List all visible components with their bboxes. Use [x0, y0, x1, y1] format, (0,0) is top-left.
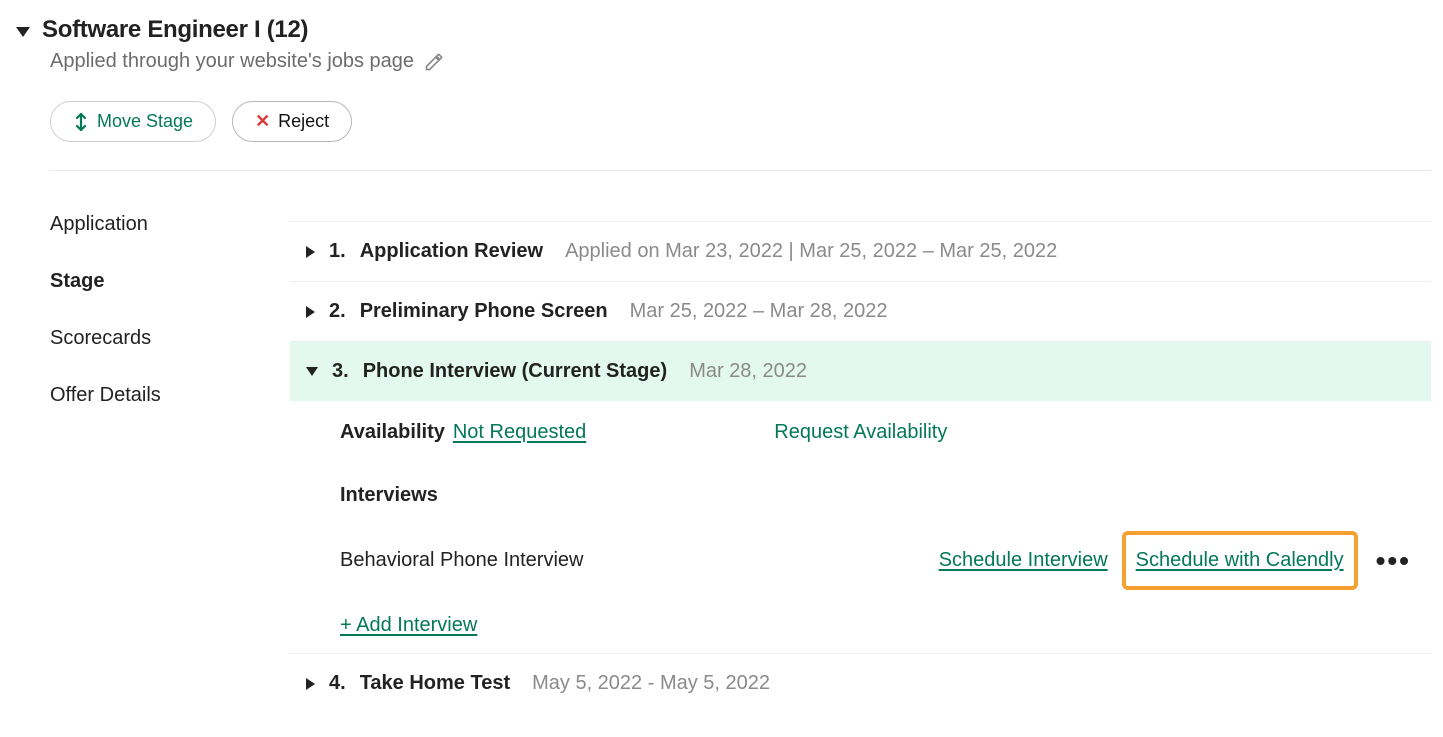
reject-x-icon: ✕ — [255, 111, 270, 132]
interview-row: Behavioral Phone Interview Schedule Inte… — [340, 531, 1415, 590]
move-stage-button[interactable]: Move Stage — [50, 101, 216, 142]
stage-row-phone-interview[interactable]: 3. Phone Interview (Current Stage) Mar 2… — [290, 342, 1431, 401]
caret-right-icon — [306, 678, 315, 690]
caret-down-icon[interactable] — [16, 27, 30, 37]
stage-panel: 1. Application Review Applied on Mar 23,… — [290, 201, 1431, 713]
reject-button[interactable]: ✕ Reject — [232, 101, 352, 142]
interview-name: Behavioral Phone Interview — [340, 549, 583, 572]
interviews-heading: Interviews — [340, 484, 1415, 507]
stage-meta: May 5, 2022 - May 5, 2022 — [532, 672, 770, 695]
add-interview-link[interactable]: + Add Interview — [340, 614, 1415, 637]
stage-name: Preliminary Phone Screen — [360, 300, 608, 323]
sidebar-item-stage[interactable]: Stage — [50, 258, 230, 315]
schedule-interview-link[interactable]: Schedule Interview — [939, 549, 1108, 572]
stage-number: 2. — [329, 300, 346, 323]
sidebar-item-application[interactable]: Application — [50, 201, 230, 258]
edit-pencil-icon[interactable] — [424, 52, 444, 72]
stage-number: 1. — [329, 240, 346, 263]
availability-status-link[interactable]: Not Requested — [453, 421, 586, 444]
sidebar: Application Stage Scorecards Offer Detai… — [50, 201, 230, 713]
move-stage-arrows-icon — [73, 112, 89, 132]
move-stage-label: Move Stage — [97, 111, 193, 132]
divider — [50, 170, 1431, 171]
more-actions-icon[interactable]: ••• — [1372, 556, 1415, 566]
reject-label: Reject — [278, 111, 329, 132]
stage-meta: Applied on Mar 23, 2022 | Mar 25, 2022 –… — [565, 240, 1057, 263]
stage-number: 4. — [329, 672, 346, 695]
stage-row-application-review[interactable]: 1. Application Review Applied on Mar 23,… — [290, 221, 1431, 282]
stage-name: Take Home Test — [360, 672, 510, 695]
stage-name: Phone Interview (Current Stage) — [363, 360, 668, 383]
calendly-highlight: Schedule with Calendly — [1122, 531, 1358, 590]
request-availability-link[interactable]: Request Availability — [774, 421, 947, 444]
caret-down-icon — [306, 367, 318, 376]
availability-label: Availability — [340, 421, 445, 444]
sidebar-item-scorecards[interactable]: Scorecards — [50, 315, 230, 372]
stage-meta: Mar 25, 2022 – Mar 28, 2022 — [630, 300, 888, 323]
application-source: Applied through your website's jobs page — [50, 50, 414, 73]
stage-name: Application Review — [360, 240, 543, 263]
schedule-with-calendly-link[interactable]: Schedule with Calendly — [1136, 549, 1344, 571]
stage-body-phone-interview: Availability Not Requested Request Avail… — [290, 401, 1431, 647]
stage-number: 3. — [332, 360, 349, 383]
caret-right-icon — [306, 306, 315, 318]
stage-meta: Mar 28, 2022 — [689, 360, 807, 383]
stage-row-preliminary-phone[interactable]: 2. Preliminary Phone Screen Mar 25, 2022… — [290, 282, 1431, 342]
sidebar-item-offer-details[interactable]: Offer Details — [50, 372, 230, 429]
stage-row-take-home-test[interactable]: 4. Take Home Test May 5, 2022 - May 5, 2… — [290, 653, 1431, 713]
caret-right-icon — [306, 246, 315, 258]
job-title: Software Engineer I (12) — [42, 16, 308, 44]
